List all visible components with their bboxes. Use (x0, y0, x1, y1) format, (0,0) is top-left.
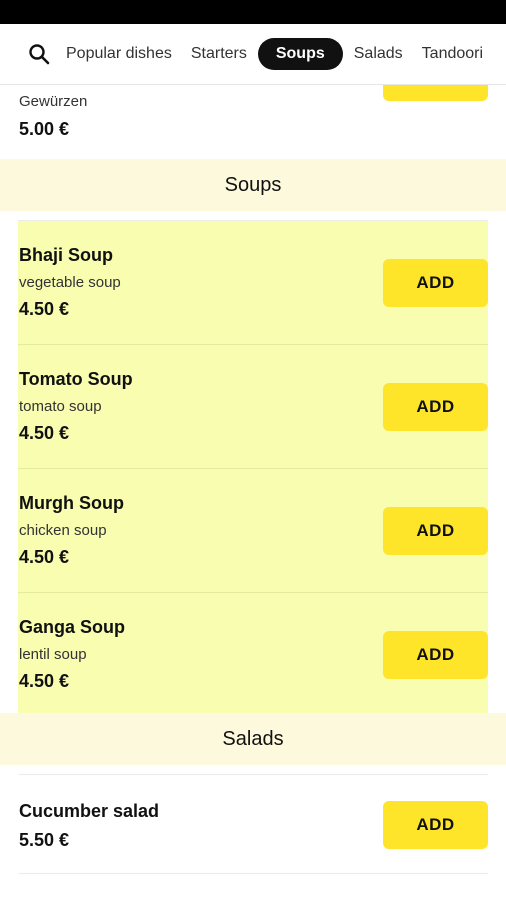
list-item: Gewürzen 5.00 € (0, 73, 506, 159)
tab-salads[interactable]: Salads (354, 45, 403, 63)
list-item: Bhaji Soup vegetable soup 4.50 € ADD (18, 221, 488, 345)
menu-content: Gewürzen 5.00 € Soups Bhaji Soup vegetab… (0, 73, 506, 874)
dish-description: tomato soup (19, 398, 102, 415)
dish-description: vegetable soup (19, 274, 121, 291)
dish-price: 4.50 € (19, 423, 70, 443)
section-header-salads: Salads (0, 713, 506, 765)
status-bar (0, 0, 506, 24)
add-button[interactable]: ADD (383, 383, 488, 431)
dish-price: 4.50 € (19, 547, 70, 567)
dish-price: 4.50 € (19, 671, 70, 691)
dish-price: 5.50 € (19, 830, 70, 850)
dish-name: Murgh Soup (19, 493, 124, 513)
list-item: Tomato Soup tomato soup 4.50 € ADD (18, 345, 488, 469)
dish-description: chicken soup (19, 522, 107, 539)
tab-popular-dishes[interactable]: Popular dishes (66, 45, 172, 63)
tab-starters[interactable]: Starters (191, 45, 247, 63)
tab-tandoori[interactable]: Tandoori (422, 45, 483, 63)
dish-price: 4.50 € (19, 299, 70, 319)
list-item: Murgh Soup chicken soup 4.50 € ADD (18, 469, 488, 593)
add-button[interactable]: ADD (383, 631, 488, 679)
dish-name: Ganga Soup (19, 617, 126, 637)
dish-name: Cucumber salad (19, 801, 160, 821)
list-item: Ganga Soup lentil soup 4.50 € ADD (18, 593, 488, 713)
list-item: Cucumber salad 5.50 € ADD (18, 775, 488, 874)
dish-price: 5.00 € (19, 119, 70, 139)
section-header-soups: Soups (0, 159, 506, 211)
add-button[interactable]: ADD (383, 507, 488, 555)
soups-list: Bhaji Soup vegetable soup 4.50 € ADD Tom… (18, 221, 488, 713)
add-button[interactable]: ADD (383, 801, 488, 849)
dish-name: Bhaji Soup (19, 245, 113, 265)
dish-description: lentil soup (19, 646, 87, 663)
search-icon[interactable] (28, 43, 50, 65)
dish-description: Gewürzen (19, 93, 88, 110)
category-nav: Popular dishes Starters Soups Salads Tan… (0, 24, 506, 85)
add-button[interactable]: ADD (383, 259, 488, 307)
tab-soups[interactable]: Soups (257, 38, 343, 70)
dish-name: Tomato Soup (19, 369, 133, 389)
